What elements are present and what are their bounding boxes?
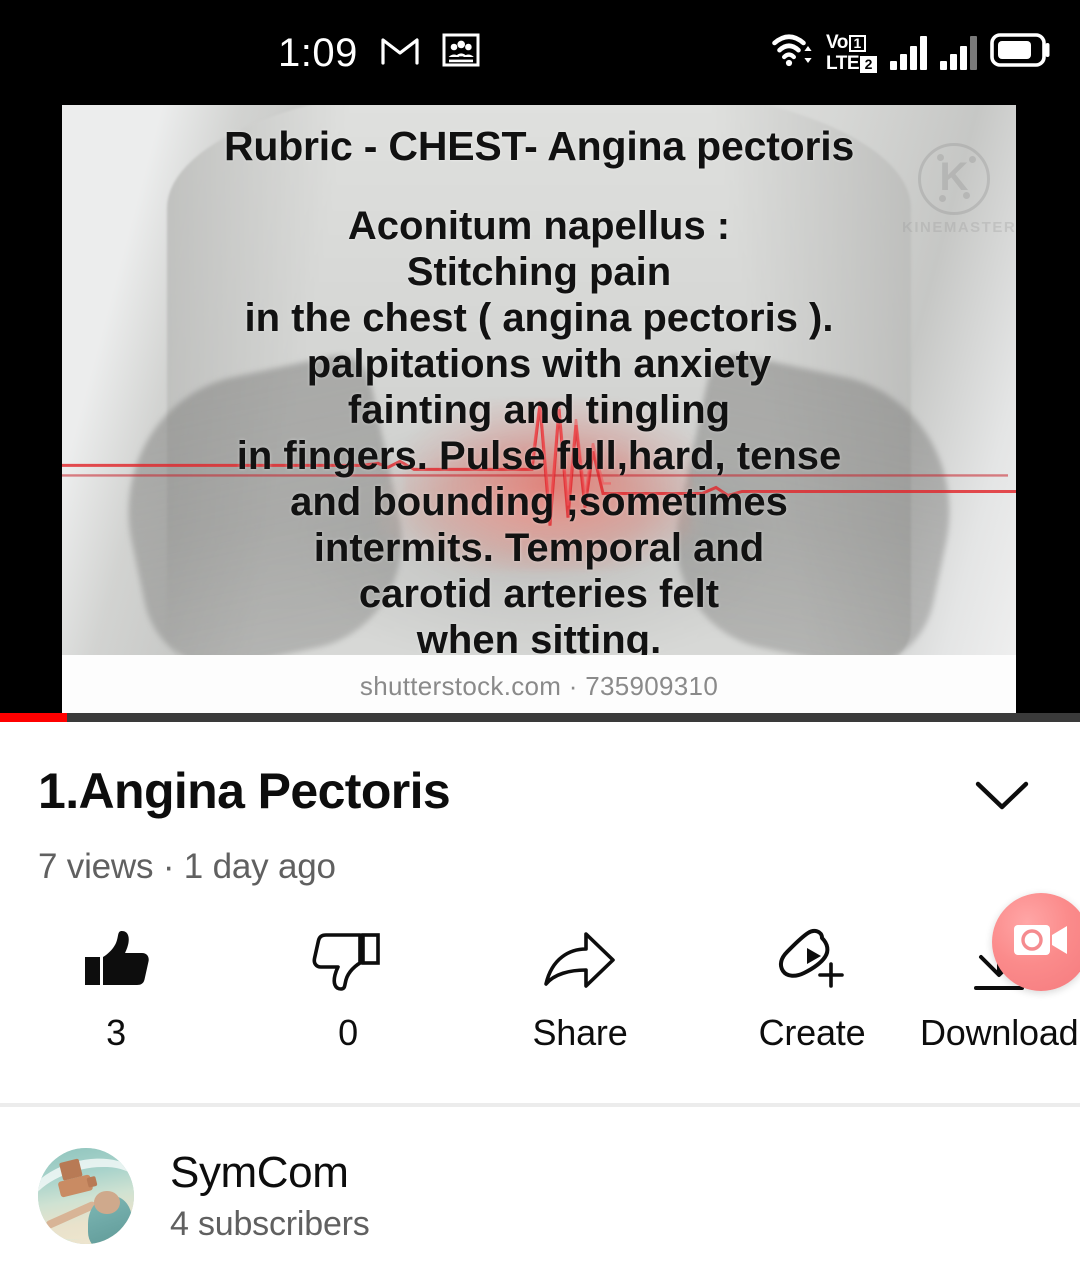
dislike-count: 0 [338,1012,358,1053]
video-progress-fill [0,713,67,722]
video-overlay-body: Aconitum napellus : Stitching pain in th… [62,203,1016,663]
download-label: Download [920,1012,1079,1053]
overlay-line: and bounding ;sometimes [290,480,788,524]
volte-icon: Vo 1 LTE 2 [826,33,877,73]
channel-row[interactable]: SymCom 4 subscribers [0,1131,1080,1261]
overlay-line: Stitching pain [406,250,672,294]
status-bar: 1:09 Vo 1 LTE 2 [0,0,1080,105]
signal-sim1-icon [890,35,927,70]
like-button[interactable]: 3 [0,918,232,1054]
people-card-icon [442,33,480,72]
create-button[interactable]: Create [696,918,928,1054]
volte-sim2-badge: 2 [860,55,877,73]
overlay-line: intermits. Temporal and [313,526,765,570]
volte-label-bottom: LTE [826,52,859,74]
thumbs-up-icon [79,918,153,1004]
youtube-watch-screen: 1:09 Vo 1 LTE 2 K KINEMASTER Rubric - CH… [0,0,1080,1280]
volte-label-top: Vo [826,31,848,53]
overlay-line: in the chest ( angina pectoris ). [244,296,834,340]
share-button[interactable]: Share [464,918,696,1054]
overlay-line: carotid arteries felt [358,572,720,616]
expand-description-button[interactable] [970,766,1034,830]
channel-text: SymCom 4 subscribers [170,1148,370,1244]
dislike-button[interactable]: 0 [232,918,464,1054]
stock-credit: shutterstock.com · 735909310 [62,655,1016,717]
status-bar-right: Vo 1 LTE 2 [771,0,1052,105]
battery-icon [990,31,1052,74]
chevron-down-icon [974,779,1030,818]
share-icon [541,918,619,1004]
page-title: 1.Angina Pectoris [38,763,451,819]
gmail-icon [380,34,420,71]
status-bar-left: 1:09 [278,0,480,105]
video-action-row: 3 0 Share Create Download [0,918,1080,1103]
avatar[interactable] [38,1148,134,1244]
video-overlay-heading: Rubric - CHEST- Angina pectoris [223,123,855,169]
share-label: Share [532,1012,628,1053]
overlay-line: palpitations with anxiety [306,342,772,386]
create-label: Create [758,1012,866,1053]
overlay-line: in fingers. Pulse full,hard, tense [236,434,842,478]
channel-name: SymCom [170,1148,349,1198]
screen-record-floating-button[interactable] [992,893,1080,991]
status-clock: 1:09 [278,30,358,75]
thumbs-down-icon [311,918,385,1004]
like-count: 3 [106,1012,126,1053]
video-stats: 7 views · 1 day ago [38,847,336,886]
overlay-line: fainting and tingling [347,388,731,432]
video-camera-icon [1012,919,1070,966]
volte-sim1-badge: 1 [848,34,866,52]
video-progress-bar[interactable] [0,713,1080,722]
overlay-line: Aconitum napellus : [347,204,731,248]
video-meta-section: 1.Angina Pectoris 7 views · 1 day ago [0,722,1080,887]
channel-subscribers: 4 subscribers [170,1204,370,1243]
signal-sim2-icon [940,35,977,70]
section-divider [0,1103,1080,1107]
create-icon [773,918,851,1004]
video-frame[interactable]: K KINEMASTER Rubric - CHEST- Angina pect… [62,105,1016,717]
wifi-icon [771,32,813,73]
video-player[interactable]: K KINEMASTER Rubric - CHEST- Angina pect… [0,105,1080,722]
